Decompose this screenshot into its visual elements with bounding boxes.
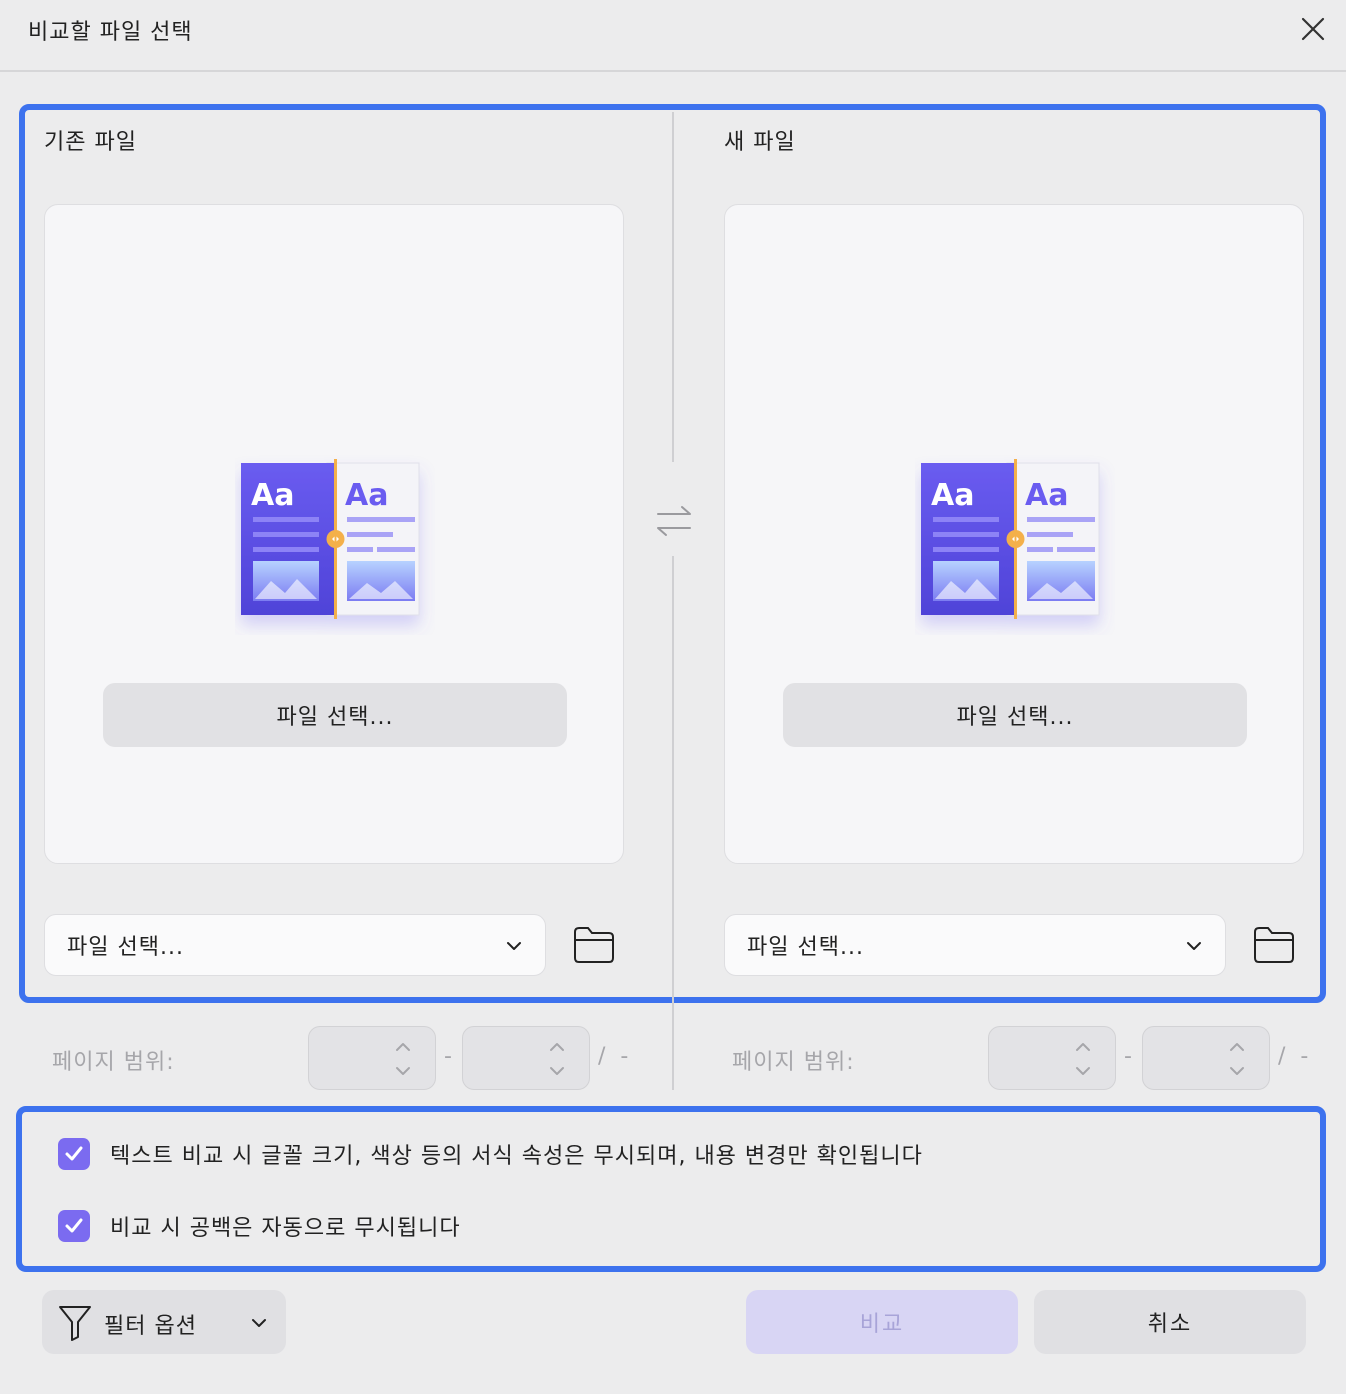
filter-options-button[interactable]: 필터 옵션	[42, 1290, 286, 1354]
checkmark-icon	[65, 1146, 83, 1161]
ignore-whitespace-checkbox[interactable]	[58, 1210, 90, 1242]
new-page-end-stepper[interactable]	[1142, 1026, 1270, 1090]
ignore-whitespace-label: 비교 시 공백은 자동으로 무시됩니다	[110, 1216, 461, 1241]
folder-icon[interactable]	[1252, 924, 1296, 966]
new-file-dropdown-value: 파일 선택...	[747, 935, 864, 960]
illustration-left-text: Aa	[251, 478, 294, 513]
chevron-down-icon	[507, 942, 521, 950]
stepper-arrows-icon	[1076, 1043, 1090, 1075]
old-file-select-button[interactable]: 파일 선택...	[103, 683, 567, 747]
swap-icon[interactable]	[653, 500, 695, 542]
close-icon[interactable]	[1298, 14, 1328, 44]
folder-icon[interactable]	[572, 924, 616, 966]
dialog-title: 비교할 파일 선택	[28, 20, 193, 45]
chevron-down-icon	[252, 1319, 266, 1327]
stepper-arrows-icon	[1230, 1043, 1244, 1075]
new-file-heading: 새 파일	[724, 130, 796, 155]
column-divider-bottom	[672, 556, 674, 1090]
stepper-arrows-icon	[550, 1043, 564, 1075]
ignore-formatting-option[interactable]: 텍스트 비교 시 글꼴 크기, 색상 등의 서식 속성은 무시되며, 내용 변경…	[58, 1138, 923, 1170]
document-compare-illustration: Aa Aa	[241, 459, 420, 619]
ignore-formatting-checkbox[interactable]	[58, 1138, 90, 1170]
checkmark-icon	[65, 1218, 83, 1233]
filter-icon	[59, 1306, 91, 1341]
column-divider-top	[672, 112, 674, 462]
cancel-button[interactable]: 취소	[1034, 1290, 1306, 1354]
new-page-start-stepper[interactable]	[988, 1026, 1116, 1090]
old-file-dropdown[interactable]: 파일 선택...	[44, 914, 546, 976]
old-file-preview[interactable]: Aa Aa 파일 선택...	[44, 204, 624, 864]
options-highlight	[16, 1106, 1326, 1272]
compare-button[interactable]: 비교	[746, 1290, 1018, 1354]
new-page-range-label: 페이지 범위:	[732, 1050, 855, 1075]
ignore-whitespace-option[interactable]: 비교 시 공백은 자동으로 무시됩니다	[58, 1210, 461, 1242]
old-page-range-label: 페이지 범위:	[52, 1050, 175, 1075]
old-file-heading: 기존 파일	[44, 130, 137, 155]
illustration-right-text: Aa	[1025, 478, 1068, 513]
old-page-total: / -	[598, 1044, 633, 1069]
filter-options-label: 필터 옵션	[104, 1314, 197, 1339]
illustration-left-text: Aa	[931, 478, 974, 513]
new-range-separator: -	[1124, 1044, 1132, 1069]
new-file-select-button[interactable]: 파일 선택...	[783, 683, 1247, 747]
chevron-down-icon	[1187, 942, 1201, 950]
old-page-end-stepper[interactable]	[462, 1026, 590, 1090]
illustration-right-text: Aa	[345, 478, 388, 513]
old-file-dropdown-value: 파일 선택...	[67, 935, 184, 960]
old-range-separator: -	[444, 1044, 452, 1069]
dialog-titlebar: 비교할 파일 선택	[0, 0, 1346, 72]
new-page-total: / -	[1278, 1044, 1313, 1069]
ignore-formatting-label: 텍스트 비교 시 글꼴 크기, 색상 등의 서식 속성은 무시되며, 내용 변경…	[110, 1144, 923, 1169]
new-file-dropdown[interactable]: 파일 선택...	[724, 914, 1226, 976]
stepper-arrows-icon	[396, 1043, 410, 1075]
document-compare-illustration: Aa Aa	[921, 459, 1100, 619]
old-page-start-stepper[interactable]	[308, 1026, 436, 1090]
new-file-preview[interactable]: Aa Aa 파일 선택...	[724, 204, 1304, 864]
